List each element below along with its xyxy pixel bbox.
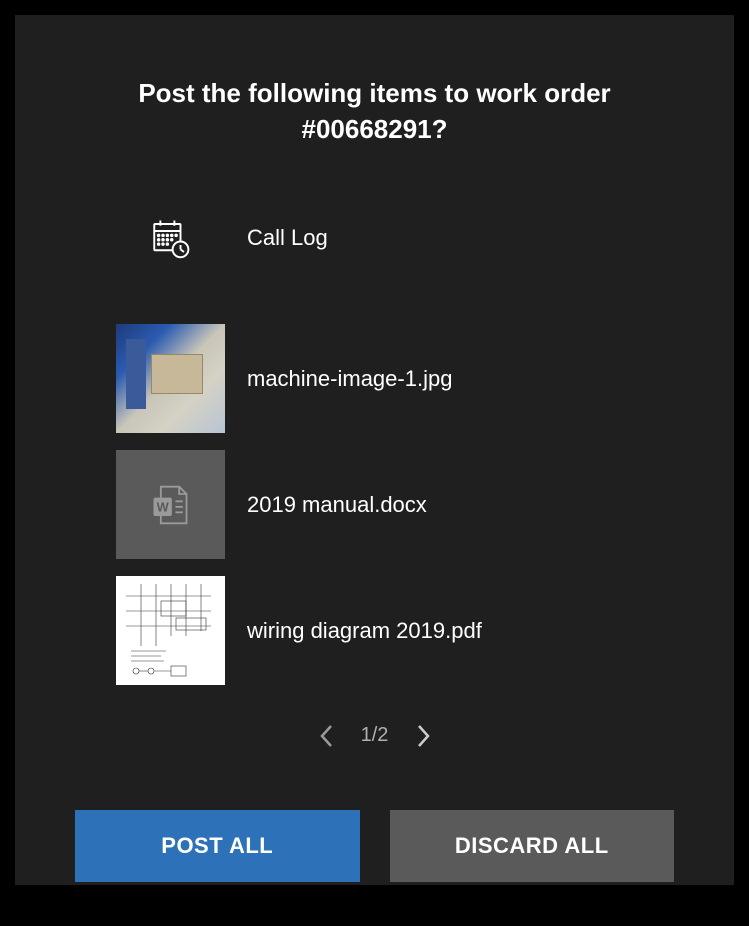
pager: 1/2 [15, 686, 734, 780]
pager-next-button[interactable] [413, 722, 435, 750]
list-item: wiring diagram 2019.pdf [115, 576, 634, 686]
svg-text:W: W [157, 499, 170, 514]
items-list: Call Log machine-image-1.jpg W [15, 148, 734, 686]
discard-all-button[interactable]: DISCARD ALL [390, 810, 675, 882]
calendar-clock-icon [149, 217, 191, 259]
item-label: machine-image-1.jpg [247, 366, 452, 392]
list-item: machine-image-1.jpg [115, 324, 634, 434]
word-doc-thumbnail: W [116, 450, 225, 559]
item-thumb-slot [115, 324, 225, 434]
chevron-right-icon [417, 724, 431, 748]
list-item: Call Log [115, 208, 634, 268]
post-items-dialog: Post the following items to work order #… [15, 15, 734, 885]
item-label: Call Log [247, 225, 328, 251]
dialog-title: Post the following items to work order #… [15, 15, 734, 148]
item-thumb-slot: W [115, 450, 225, 560]
item-thumb-slot [115, 576, 225, 686]
item-icon-slot [115, 208, 225, 268]
pager-indicator: 1/2 [359, 724, 391, 747]
post-all-button[interactable]: POST ALL [75, 810, 360, 882]
wiring-diagram-thumbnail [116, 576, 225, 685]
chevron-left-icon [319, 724, 333, 748]
machine-image-thumbnail [116, 324, 225, 433]
list-item: W 2019 manual.docx [115, 450, 634, 560]
button-row: POST ALL DISCARD ALL [15, 780, 734, 926]
pager-prev-button[interactable] [315, 722, 337, 750]
item-label: 2019 manual.docx [247, 492, 427, 518]
item-label: wiring diagram 2019.pdf [247, 618, 482, 644]
word-doc-icon: W [148, 483, 192, 527]
